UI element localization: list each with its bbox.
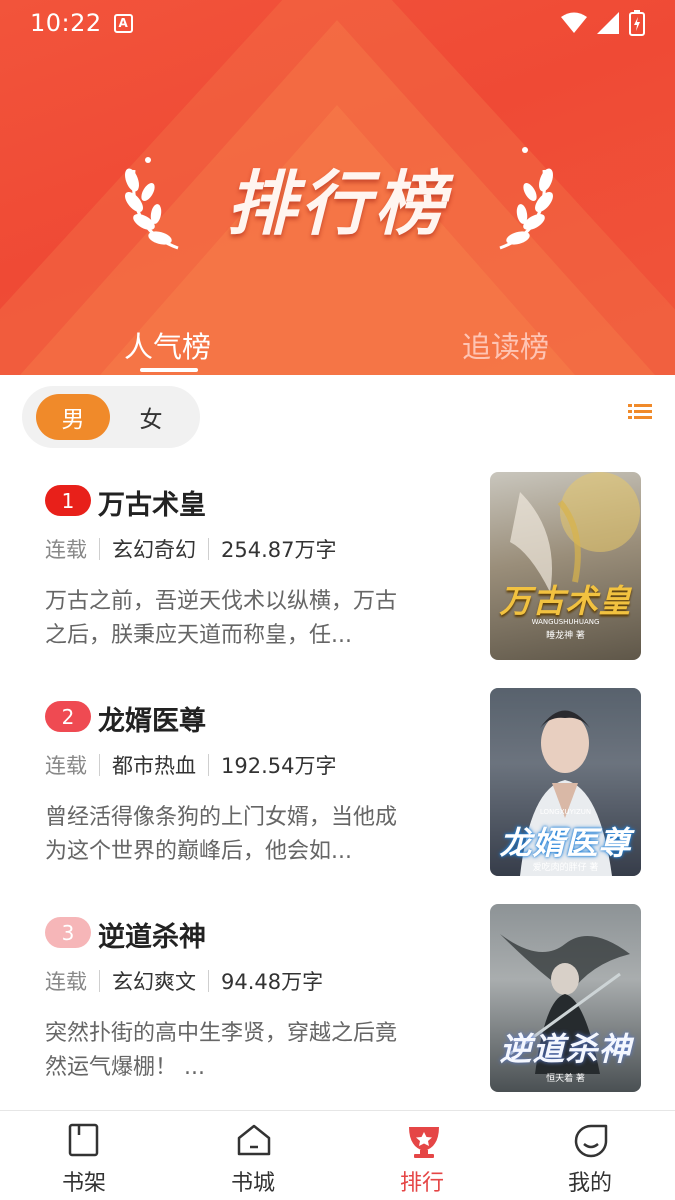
active-tab-indicator (140, 368, 198, 372)
cover-author: 恒天着 著 (546, 1074, 585, 1084)
gender-male-button[interactable]: 男 (36, 394, 110, 440)
wifi-icon (561, 12, 587, 33)
book-cover[interactable]: LONGXUYIZUN 龙婿医尊 爱吃肉的胖仔 著 (490, 688, 641, 876)
nav-profile[interactable]: 我的 (530, 1111, 650, 1200)
book-status: 连载 (45, 538, 87, 562)
book-word-count: 94.48万字 (221, 970, 324, 994)
profile-icon (574, 1124, 608, 1158)
book-description: 突然扑街的高中生李贤，穿越之后竟然运气爆棚！ ... (45, 1021, 398, 1080)
book-title[interactable]: 逆道杀神 (98, 915, 206, 954)
cover-title: 逆道杀神 (499, 1030, 632, 1068)
status-bar: 10:22 A (0, 0, 675, 46)
rank-badge: 3 (45, 917, 91, 948)
divider (208, 970, 209, 992)
book-item[interactable]: 3 逆道杀神 连载 玄幻爽文 94.48万字 突然扑街的高中生李贤，穿越之后竟然… (0, 902, 675, 1102)
battery-icon (629, 10, 645, 36)
book-item[interactable]: 1 万古术皇 连载 玄幻奇幻 254.87万字 万古之前，吾逆天伐术以纵横，万古… (0, 470, 675, 670)
book-cover[interactable]: 逆道杀神 恒天着 著 (490, 904, 641, 1092)
cover-author: 爱吃肉的胖仔 著 (532, 863, 599, 873)
divider (99, 754, 100, 776)
book-genre: 玄幻奇幻 (112, 538, 196, 562)
book-title[interactable]: 万古术皇 (98, 483, 206, 522)
status-time: 10:22 (30, 9, 102, 37)
divider (99, 970, 100, 992)
divider (99, 538, 100, 560)
gender-toggle: 男 女 (22, 386, 200, 448)
cover-author: 睡龙神 著 (546, 631, 585, 641)
list-icon[interactable] (628, 403, 652, 421)
book-word-count: 254.87万字 (221, 538, 337, 562)
bottom-navigation: 书架 书城 排行 我的 (0, 1110, 675, 1200)
book-title[interactable]: 龙婿医尊 (98, 699, 206, 738)
book-cover[interactable]: 万古术皇 WANGUSHUHUANG 睡龙神 著 (490, 472, 641, 660)
divider (208, 538, 209, 560)
cover-subtitle: WANGUSHUHUANG (531, 618, 600, 626)
notification-badge: A (113, 13, 133, 33)
nav-bookstore[interactable]: 书城 (193, 1111, 313, 1200)
cover-title: 龙婿医尊 (499, 824, 632, 862)
cover-title: 万古术皇 (499, 582, 632, 620)
tab-follow-reading[interactable]: 追读榜 (462, 324, 549, 366)
nav-ranking-label: 排行 (399, 1171, 444, 1196)
book-description: 万古之前，吾逆天伐术以纵横，万古之后，朕秉应天道而称皇，任... (45, 589, 398, 648)
nav-bookshelf[interactable]: 书架 (24, 1111, 144, 1200)
page-title: 排行榜 (226, 163, 449, 245)
book-meta: 连载 玄幻奇幻 254.87万字 (45, 534, 336, 564)
divider (208, 754, 209, 776)
gender-female-button[interactable]: 女 (114, 394, 188, 440)
book-description: 曾经活得像条狗的上门女婿，当他成为这个世界的巅峰后，他会如... (45, 805, 398, 864)
nav-bookstore-label: 书城 (230, 1171, 275, 1196)
rank-badge: 1 (45, 485, 91, 516)
tab-popularity[interactable]: 人气榜 (124, 324, 211, 366)
bookshelf-icon (68, 1123, 99, 1157)
signal-icon (597, 12, 619, 34)
nav-profile-label: 我的 (567, 1171, 612, 1196)
book-meta: 连载 玄幻爽文 94.48万字 (45, 966, 323, 996)
ranking-hero-banner: 10:22 A 排行榜 人气榜 追读榜 (0, 0, 675, 375)
book-status: 连载 (45, 970, 87, 994)
nav-bookshelf-label: 书架 (61, 1171, 106, 1196)
cover-subtitle: LONGXUYIZUN (539, 808, 592, 816)
nav-ranking[interactable]: 排行 (362, 1111, 482, 1200)
ranking-tabs: 人气榜 追读榜 (0, 318, 675, 375)
book-status: 连载 (45, 754, 87, 778)
book-meta: 连载 都市热血 192.54万字 (45, 750, 336, 780)
rank-badge: 2 (45, 701, 91, 732)
book-genre: 都市热血 (112, 754, 196, 778)
book-word-count: 192.54万字 (221, 754, 337, 778)
book-genre: 玄幻爽文 (112, 970, 196, 994)
book-item[interactable]: 2 龙婿医尊 连载 都市热血 192.54万字 曾经活得像条狗的上门女婿，当他成… (0, 686, 675, 886)
bookstore-icon (237, 1124, 271, 1156)
trophy-icon (409, 1127, 439, 1158)
